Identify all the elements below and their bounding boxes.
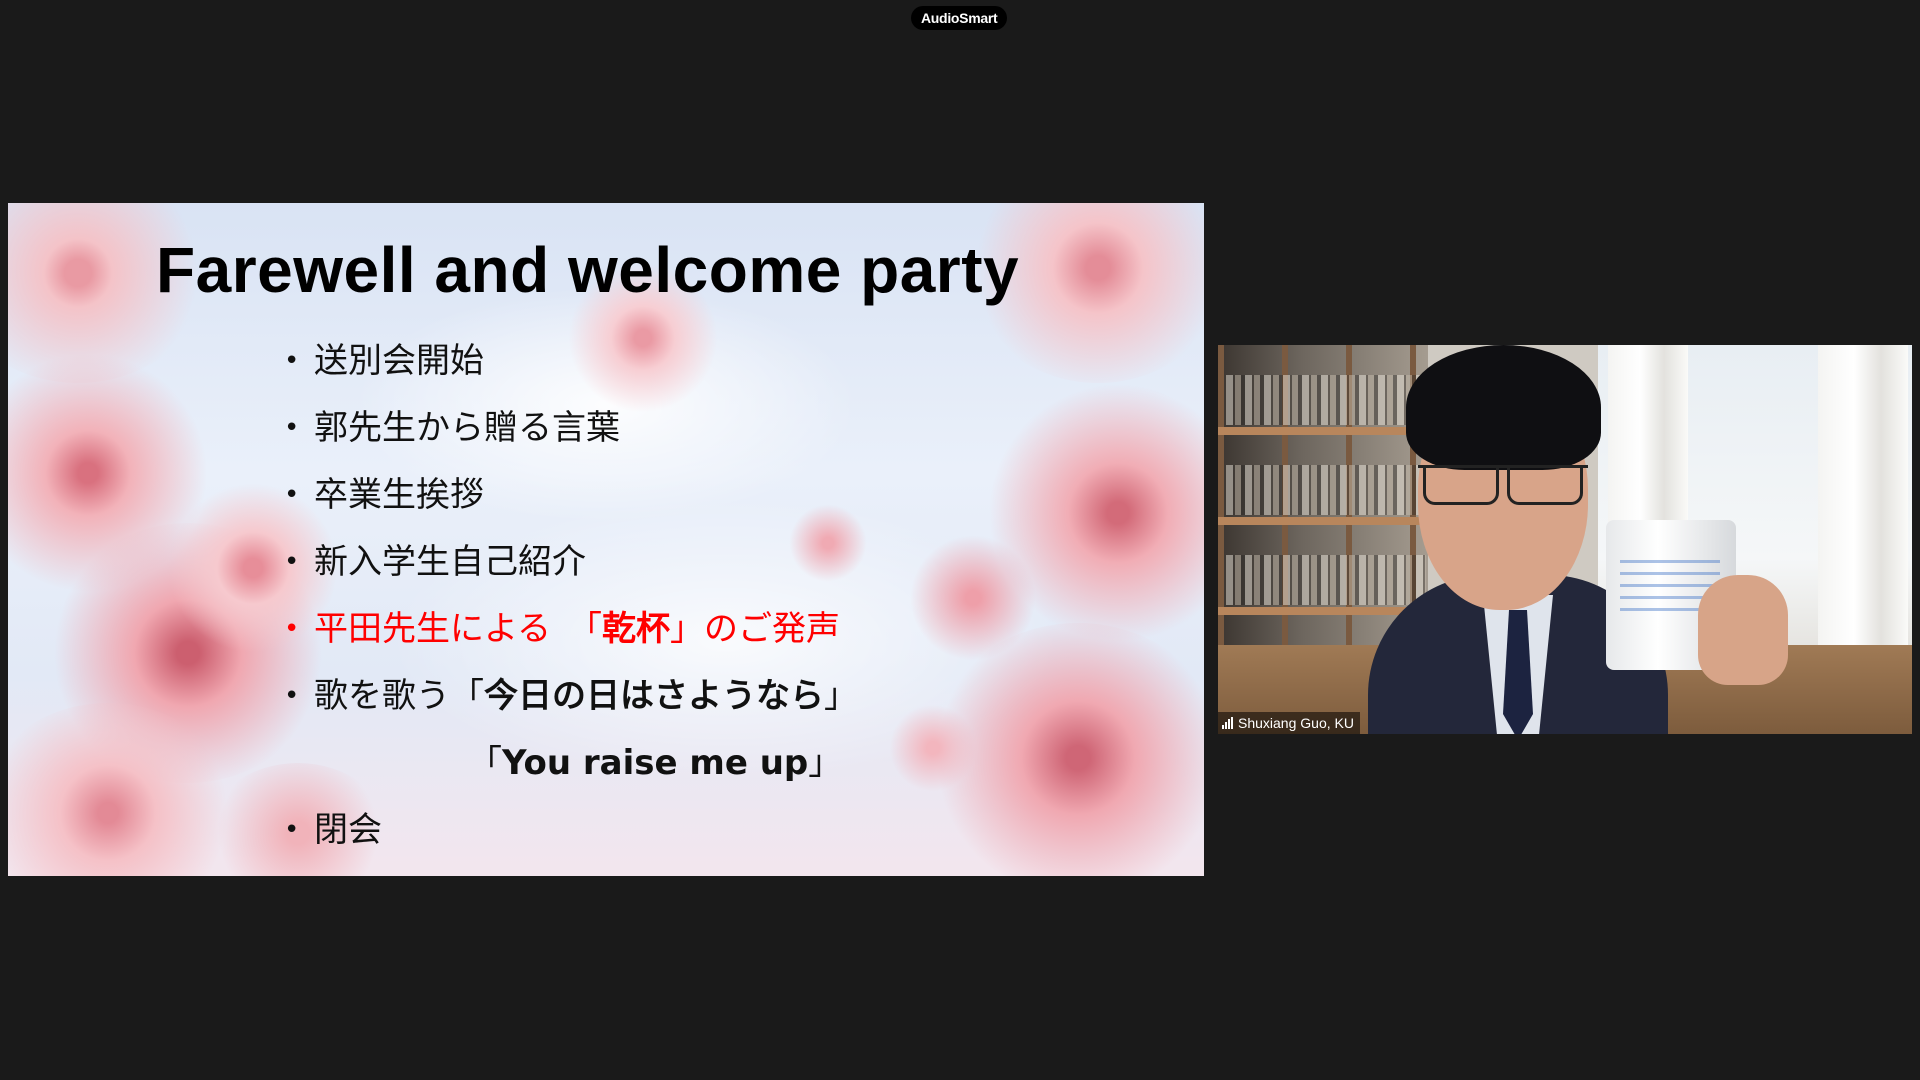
participant-video-tile[interactable]: Shuxiang Guo, KU — [1218, 345, 1912, 734]
agenda-item-text: 新入学生自己紹介 — [314, 542, 586, 582]
agenda-item: • 郭先生から贈る言葉 — [278, 395, 858, 462]
bullet: • — [284, 480, 300, 510]
agenda-item-bold: 今日の日はさようなら — [484, 676, 824, 716]
blossom-decoration — [8, 703, 238, 876]
agenda-item-text: 歌を歌う「 — [314, 676, 484, 716]
bullet: • — [284, 614, 300, 644]
agenda-item-text: 平田先生による 「 — [314, 609, 602, 649]
shared-slide: Farewell and welcome party • 送別会開始 • 郭先生… — [8, 203, 1204, 876]
agenda-subitem-song: 「You raise me up」 — [278, 730, 858, 797]
participant-name-label: Shuxiang Guo, KU — [1218, 712, 1360, 734]
slide-title: Farewell and welcome party — [156, 234, 1020, 306]
agenda-item: • 卒業生挨拶 — [278, 462, 858, 529]
agenda-item-text: 」 — [808, 743, 843, 783]
agenda-item: • 送別会開始 — [278, 328, 858, 395]
blossom-decoration — [988, 383, 1204, 643]
agenda-item-text: 郭先生から贈る言葉 — [314, 408, 620, 448]
participant-hand — [1698, 575, 1788, 685]
bullet: • — [284, 413, 300, 443]
blossom-decoration — [928, 623, 1204, 876]
agenda-item-song: • 歌を歌う「今日の日はさようなら」 — [278, 663, 858, 730]
bullet: • — [284, 547, 300, 577]
agenda-item: • 閉会 — [278, 797, 858, 864]
agenda-item-text: 「 — [468, 743, 502, 783]
agenda-item-toast: • 平田先生による 「乾杯」のご発声 — [278, 596, 858, 663]
agenda-item-text: 」 — [824, 676, 858, 716]
blossom-decoration — [908, 533, 1038, 663]
blossom-decoration — [888, 703, 978, 793]
agenda-item: • 新入学生自己紹介 — [278, 529, 858, 596]
blossom-decoration — [8, 353, 208, 593]
agenda-item-text: 」のご発声 — [669, 609, 840, 649]
agenda-item-text: 送別会開始 — [314, 341, 484, 381]
bullet: • — [284, 346, 300, 376]
background-curtain — [1818, 345, 1908, 665]
participant-name: Shuxiang Guo, KU — [1238, 715, 1354, 731]
agenda-item-bold: 乾杯 — [601, 609, 670, 649]
agenda-item-text: 卒業生挨拶 — [314, 475, 484, 515]
bullet: • — [284, 681, 300, 711]
signal-bars-icon — [1222, 717, 1233, 729]
participant-hair — [1406, 345, 1601, 470]
agenda-item-bold: You raise me up — [502, 743, 809, 783]
audiosmart-indicator[interactable]: AudioSmart — [911, 6, 1008, 30]
bullet: • — [284, 815, 300, 845]
agenda-list: • 送別会開始 • 郭先生から贈る言葉 • 卒業生挨拶 • 新入学生自己紹介 •… — [278, 328, 858, 864]
glasses — [1418, 465, 1588, 506]
agenda-item-text: 閉会 — [314, 810, 382, 850]
